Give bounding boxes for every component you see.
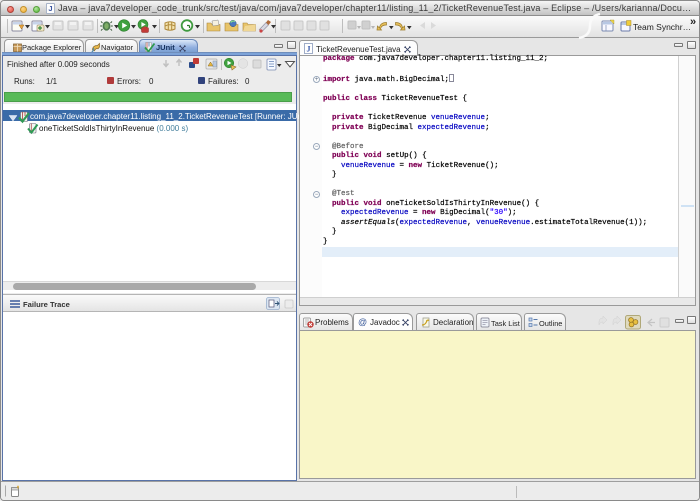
svg-text:J: J [307,45,311,54]
